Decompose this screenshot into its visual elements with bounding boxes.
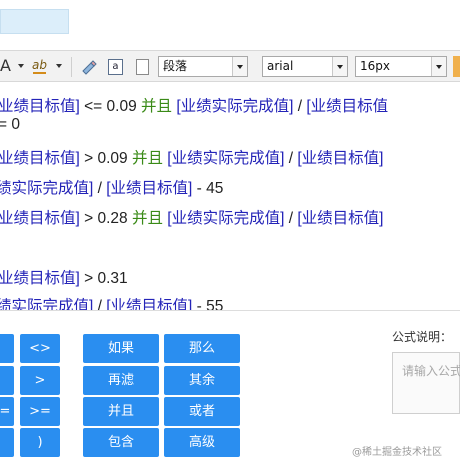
eraser-icon[interactable] (80, 58, 98, 76)
chevron-down-icon[interactable] (18, 64, 24, 68)
formula-line: 业绩目标值] > 0.31 (0, 266, 128, 288)
refilter-button[interactable]: 再滤 (83, 366, 159, 395)
font-family-value: arial (267, 59, 294, 73)
chevron-down-icon[interactable] (232, 57, 247, 76)
formula-description-label: 公式说明： (392, 330, 453, 344)
not-equal-button[interactable]: <> (20, 334, 60, 363)
top-strip (0, 0, 460, 50)
operator-text: - 55 (192, 298, 224, 310)
chevron-down-icon[interactable] (56, 64, 62, 68)
keyword-token: 并且 (131, 210, 163, 227)
operator-text: > 0.31 (79, 270, 128, 287)
field-reference: [业绩实际完成值] (162, 150, 285, 167)
or-button[interactable]: 或者 (164, 397, 240, 426)
formula-line: 业绩目标值] <= 0.09 并且 [业绩实际完成值] / [业绩目标值 (0, 94, 388, 116)
else-button[interactable]: 其余 (164, 366, 240, 395)
operator-text: <= 0.09 (79, 98, 142, 115)
operator-button-left-2[interactable] (0, 366, 14, 395)
field-reference: [业绩实际完成值] (172, 98, 294, 115)
toolbar-divider (71, 57, 72, 77)
watermark: @稀土掘金技术社区 (352, 447, 442, 458)
close-paren-button[interactable]: ) (20, 428, 60, 457)
formula-line: 绩实际完成值] / [业绩目标值] - 45 (0, 176, 223, 198)
font-size-value: 16px (360, 59, 390, 73)
formula-name-input[interactable] (0, 9, 69, 34)
operator-text: / (284, 210, 298, 227)
operator-button-left-4[interactable] (0, 428, 14, 457)
operator-text: > 0.09 (79, 150, 132, 167)
greater-than-button[interactable]: > (20, 366, 60, 395)
field-reference: [业绩目标值 (306, 98, 389, 115)
keyword-token: 并且 (141, 98, 173, 115)
font-color-button[interactable]: A (0, 56, 11, 75)
operator-text: / (284, 150, 298, 167)
chevron-down-icon[interactable] (431, 57, 446, 76)
field-reference: [业绩目标值] (106, 298, 193, 310)
field-reference: 业绩目标值] (0, 150, 80, 167)
font-family-select[interactable]: arial (262, 56, 348, 77)
and-button[interactable]: 并且 (83, 397, 159, 426)
keyword-token: 并且 (131, 150, 163, 167)
operator-text: > 0.28 (79, 210, 132, 227)
editor-toolbar: A ab a 段落 arial 16px (0, 50, 460, 82)
field-reference: [业绩目标值] (106, 180, 193, 197)
field-reference: 绩实际完成值] (0, 180, 94, 197)
formula-line: 绩实际完成值] / [业绩目标值] - 55 (0, 294, 223, 310)
document-icon[interactable] (136, 59, 149, 75)
text-box-icon[interactable]: a (108, 59, 123, 75)
greater-or-equal-button[interactable]: >= (20, 397, 60, 426)
formula-description-placeholder: 请输入公式说明… (402, 364, 460, 378)
formula-line: = 0 (0, 116, 20, 134)
formula-description-input[interactable]: 请输入公式说明… (392, 352, 460, 414)
operator-text: / (293, 98, 307, 115)
then-button[interactable]: 那么 (164, 334, 240, 363)
field-reference: 业绩目标值] (0, 210, 80, 227)
highlight-color-button[interactable]: ab (32, 58, 47, 74)
chevron-down-icon[interactable] (332, 57, 347, 76)
operator-text: / (93, 298, 107, 310)
paragraph-format-select[interactable]: 段落 (158, 56, 248, 77)
operator-text: = 0 (0, 116, 20, 133)
paragraph-format-value: 段落 (163, 59, 188, 73)
field-reference: [业绩实际完成值] (162, 210, 285, 227)
field-reference: 绩实际完成值] (0, 298, 94, 310)
field-reference: 业绩目标值] (0, 98, 80, 115)
if-button[interactable]: 如果 (83, 334, 159, 363)
font-size-select[interactable]: 16px (355, 56, 447, 77)
formula-line: 业绩目标值] > 0.28 并且 [业绩实际完成值] / [业绩目标值] (0, 206, 383, 228)
field-reference: [业绩目标值] (297, 150, 384, 167)
operator-button-left-1[interactable] (0, 334, 14, 363)
toolbar-extra-button[interactable] (453, 56, 460, 77)
formula-editor[interactable]: 业绩目标值] <= 0.09 并且 [业绩实际完成值] / [业绩目标值 = 0业… (0, 82, 460, 310)
equals-button[interactable]: = (0, 397, 14, 426)
field-reference: [业绩目标值] (297, 210, 384, 227)
operator-text: - 45 (192, 180, 224, 197)
advanced-button[interactable]: 高级 (164, 428, 240, 457)
formula-line: 业绩目标值] > 0.09 并且 [业绩实际完成值] / [业绩目标值] (0, 146, 383, 168)
operator-text: / (93, 180, 107, 197)
contains-button[interactable]: 包含 (83, 428, 159, 457)
field-reference: 业绩目标值] (0, 270, 80, 287)
